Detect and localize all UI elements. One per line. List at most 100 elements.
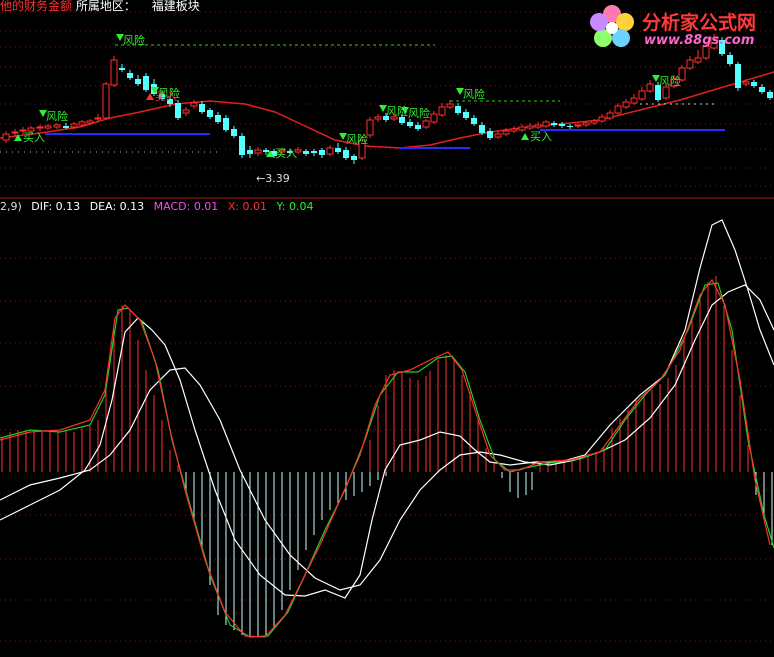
- sector-label[interactable]: 福建板块: [152, 0, 200, 13]
- candle-body: [551, 123, 557, 125]
- signal-label: 买入: [275, 147, 297, 160]
- candle-body: [422, 120, 430, 128]
- signal-risk: 风险: [39, 109, 68, 123]
- candle: [374, 114, 382, 122]
- up-arrow-icon: [521, 133, 529, 140]
- candle-body: [78, 121, 86, 126]
- candle-body: [455, 106, 461, 113]
- candle: [2, 131, 10, 143]
- candle-body: [438, 106, 446, 116]
- candle: [646, 80, 654, 93]
- signal-label: 风险: [463, 87, 485, 101]
- candle-body: [351, 156, 357, 160]
- candle-body: [231, 129, 237, 136]
- candle-body: [374, 116, 382, 120]
- candle: [494, 131, 502, 139]
- logo-name: 分析家公式网: [642, 12, 757, 34]
- candle-body: [135, 79, 141, 84]
- signal-risk: 风险: [339, 132, 368, 146]
- candle-body: [646, 83, 654, 92]
- candle-body: [534, 124, 542, 128]
- y-green-line: [0, 282, 774, 638]
- candle: [326, 145, 334, 156]
- candle-body: [582, 122, 590, 126]
- dif-value: DIF: 0.13: [31, 200, 81, 213]
- candle-body: [319, 150, 325, 155]
- candle: [44, 124, 52, 130]
- candle: [311, 149, 317, 156]
- candle: [567, 124, 573, 129]
- candle-body: [742, 81, 750, 85]
- candle-body: [182, 109, 190, 114]
- candle: [351, 154, 357, 164]
- signal-label: 买入: [155, 90, 177, 103]
- candle-body: [759, 87, 765, 92]
- header-bar: 他的财务金额 所属地区： 福建板块: [0, 0, 200, 13]
- macd-params: 2,9): [0, 200, 22, 213]
- candle: [630, 94, 638, 105]
- candle-body: [407, 122, 413, 126]
- candle-body: [223, 118, 229, 130]
- candle: [175, 100, 181, 120]
- candle-body: [590, 120, 598, 124]
- candle-body: [494, 133, 502, 138]
- candle-body: [606, 112, 614, 119]
- chart-canvas[interactable]: 风险风险风险风险风险 风险风险风险买入买入买入买入←3.39: [0, 0, 774, 653]
- candle-body: [510, 128, 518, 132]
- signal-buy: 买入: [521, 130, 552, 143]
- candle: [319, 148, 325, 158]
- candle-body: [254, 149, 262, 154]
- candle-body: [119, 68, 125, 70]
- candle-body: [430, 113, 438, 123]
- candle-body: [751, 82, 757, 86]
- chart-stage[interactable]: 风险 风险 风险 风险 风险 风险 风险 风险 买入 买入 买入 买入 ←3.39 他的财务金额 所属地…: [0, 0, 774, 653]
- candle: [542, 120, 550, 128]
- candle-body: [614, 105, 622, 114]
- candle: [119, 64, 125, 72]
- candle-body: [542, 121, 550, 127]
- candle: [551, 121, 557, 127]
- candle-body: [190, 102, 198, 107]
- candle: [254, 147, 262, 156]
- signal-label: 风险: [659, 74, 681, 88]
- dif-white-line: [0, 219, 774, 599]
- candle-body: [175, 103, 181, 118]
- candle-body: [143, 76, 149, 90]
- dea-white-line: [0, 284, 774, 591]
- candle: [127, 70, 133, 80]
- candle-body: [44, 125, 52, 129]
- candle: [207, 108, 213, 119]
- candle: [438, 103, 446, 117]
- candle-body: [94, 117, 102, 120]
- candle-body: [311, 151, 317, 153]
- candle: [231, 126, 237, 138]
- candle: [53, 123, 61, 129]
- candle-body: [215, 115, 221, 122]
- dea-value: DEA: 0.13: [89, 200, 145, 213]
- candle: [606, 110, 614, 120]
- candle: [759, 84, 765, 94]
- candle-body: [36, 126, 44, 129]
- candle: [415, 122, 421, 131]
- signal-risk: 风险: [116, 33, 145, 47]
- candle-body: [63, 126, 69, 128]
- macd-lines: [0, 219, 774, 638]
- candle-body: [526, 125, 534, 129]
- candle: [11, 129, 19, 136]
- candle: [199, 101, 205, 114]
- candle: [614, 103, 622, 115]
- candle: [343, 147, 349, 160]
- candle: [135, 75, 141, 86]
- candle: [430, 111, 438, 124]
- candle-body: [622, 101, 630, 108]
- candle: [463, 109, 469, 120]
- candle: [638, 87, 646, 101]
- candle: [686, 56, 694, 70]
- candle-body: [487, 131, 493, 138]
- candle-body: [559, 124, 565, 126]
- site-logo[interactable]: 分析家公式网 www.88gs.com: [584, 0, 774, 56]
- candle: [422, 119, 430, 129]
- candle-body: [415, 125, 421, 129]
- candle-body: [86, 120, 94, 124]
- signal-label: 风险: [408, 106, 430, 120]
